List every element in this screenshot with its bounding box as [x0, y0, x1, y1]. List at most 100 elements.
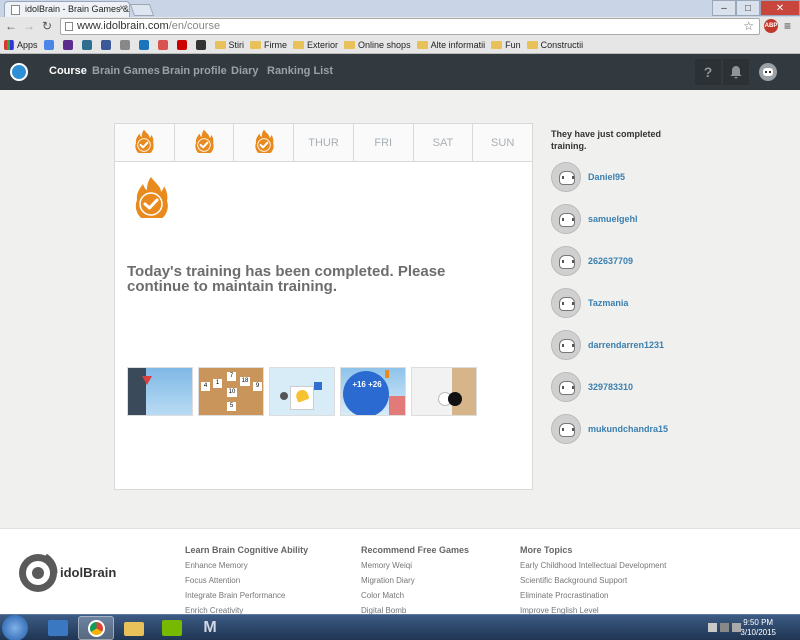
forward-icon[interactable]: → — [22, 19, 36, 33]
bookmark-site-5[interactable] — [119, 39, 133, 50]
footer-link[interactable]: Enhance Memory — [185, 561, 308, 570]
user-list-item[interactable]: 262637709 — [551, 244, 633, 278]
user-list-item[interactable]: Daniel95 — [551, 160, 625, 194]
user-avatar-icon[interactable] — [551, 162, 581, 192]
footer-link[interactable]: Color Match — [361, 591, 469, 600]
username-link[interactable]: mukundchandra15 — [588, 424, 668, 434]
user-avatar-icon[interactable] — [551, 372, 581, 402]
idolbrain-logo-icon[interactable] — [10, 63, 28, 81]
bookmark-site-3[interactable] — [81, 39, 95, 50]
tray-network-icon[interactable] — [720, 623, 729, 632]
footer-link[interactable]: Integrate Brain Performance — [185, 591, 308, 600]
footer-link[interactable]: Focus Attention — [185, 576, 308, 585]
minimize-icon[interactable]: – — [712, 0, 736, 16]
page-icon — [65, 22, 73, 31]
footer-link[interactable]: Scientific Background Support — [520, 576, 666, 585]
footer-link[interactable]: Eliminate Procrastination — [520, 591, 666, 600]
user-list-item[interactable]: samuelgehl — [551, 202, 638, 236]
nav-course[interactable]: Course — [49, 65, 87, 77]
reload-icon[interactable]: ↻ — [40, 19, 54, 33]
bookmark-label: Exterior — [307, 39, 339, 50]
address-bar[interactable]: www.idolbrain.com/en/course ☆ — [60, 18, 760, 35]
bookmark-site-6[interactable] — [138, 39, 152, 50]
new-tab-button[interactable] — [129, 4, 155, 16]
explorer-taskbar-icon[interactable] — [40, 616, 76, 640]
game-thumbnail-4[interactable]: +16 +26 — [340, 367, 406, 416]
username-link[interactable]: samuelgehl — [588, 214, 638, 224]
footer-heading: More Topics — [520, 545, 573, 555]
back-icon[interactable]: ← — [4, 19, 18, 33]
username-link[interactable]: Tazmania — [588, 298, 628, 308]
malwarebytes-taskbar-icon[interactable]: M — [192, 616, 228, 640]
footer-link[interactable]: Early Childhood Intellectual Development — [520, 561, 666, 570]
user-list-item[interactable]: mukundchandra15 — [551, 412, 668, 446]
browser-menu-icon[interactable]: ≡ — [784, 19, 791, 33]
game-thumbnail-1[interactable] — [127, 367, 193, 416]
user-avatar-icon[interactable] — [755, 59, 781, 85]
user-avatar-icon[interactable] — [551, 330, 581, 360]
tab-title: idolBrain - Brain Games & — [25, 4, 130, 14]
site-favicon-icon — [81, 39, 92, 50]
bookmark-site-2[interactable] — [62, 39, 76, 50]
tray-flag-icon[interactable] — [708, 623, 717, 632]
browser-tab[interactable]: idolBrain - Brain Games & × — [4, 1, 130, 17]
bookmark-site-1[interactable] — [43, 39, 57, 50]
bookmark-constructii[interactable]: Constructii — [526, 40, 583, 50]
user-list-item[interactable]: darrendarren1231 — [551, 328, 664, 362]
user-avatar-icon[interactable] — [551, 204, 581, 234]
folder-icon — [416, 40, 428, 49]
help-button[interactable]: ? — [695, 59, 721, 85]
game-thumbnail-5[interactable] — [411, 367, 477, 416]
user-list-item[interactable]: 329783310 — [551, 370, 633, 404]
user-avatar-icon[interactable] — [551, 414, 581, 444]
user-list-item[interactable]: Tazmania — [551, 286, 628, 320]
bookmark-online-shops[interactable]: Online shops — [344, 40, 411, 50]
user-avatar-icon[interactable] — [551, 288, 581, 318]
day-label-sun: SUN — [491, 136, 515, 149]
training-card: THUR FRI SAT SUN Today's training has been … — [114, 123, 533, 490]
user-avatar-icon[interactable] — [551, 246, 581, 276]
bookmark-apps[interactable]: Apps — [4, 39, 38, 50]
url-host: www.idolbrain.com — [77, 20, 169, 32]
bookmark-fun[interactable]: Fun — [491, 40, 521, 50]
footer-heading: Recommend Free Games — [361, 545, 470, 555]
nav-diary[interactable]: Diary — [231, 65, 259, 77]
bookmark-stiri[interactable]: Stiri — [214, 40, 244, 50]
nvidia-taskbar-icon[interactable] — [154, 616, 190, 640]
site-favicon-icon — [138, 39, 149, 50]
windows-start-button[interactable] — [2, 615, 28, 640]
footer-logo[interactable]: idolBrain — [16, 549, 136, 594]
flame-completed-icon — [135, 177, 168, 218]
bookmark-site-9[interactable] — [195, 39, 209, 50]
game-thumbnail-2[interactable]: 4 1 7 18 9 10 5 — [198, 367, 264, 416]
site-header: Course Brain Games Brain profile Diary R… — [0, 54, 800, 90]
bookmark-site-4[interactable] — [100, 39, 114, 50]
bookmark-site-8[interactable] — [176, 39, 190, 50]
username-link[interactable]: 262637709 — [588, 256, 633, 266]
nav-brain-profile[interactable]: Brain profile — [162, 65, 227, 77]
bookmark-exterior[interactable]: Exterior — [293, 40, 338, 50]
adblock-icon[interactable]: ABP — [764, 19, 778, 33]
tab-close-icon[interactable]: × — [119, 3, 125, 14]
username-link[interactable]: 329783310 — [588, 382, 633, 392]
bookmark-firme[interactable]: Firme — [250, 40, 287, 50]
game-thumbnail-3[interactable] — [269, 367, 335, 416]
nav-brain-games[interactable]: Brain Games — [92, 65, 160, 77]
taskbar-clock[interactable]: 9:50 PM 3/10/2015 — [740, 618, 776, 638]
close-window-icon[interactable]: ✕ — [760, 0, 800, 16]
footer-link[interactable]: Migration Diary — [361, 576, 469, 585]
chrome-taskbar-icon[interactable] — [78, 616, 114, 640]
site-favicon-icon — [119, 39, 130, 50]
maximize-icon[interactable]: □ — [736, 0, 760, 16]
day-completed-2 — [175, 124, 235, 161]
nav-ranking-list[interactable]: Ranking List — [267, 65, 333, 77]
footer-link[interactable]: Memory Weiqi — [361, 561, 469, 570]
username-link[interactable]: Daniel95 — [588, 172, 625, 182]
windows-taskbar: M 9:50 PM 3/10/2015 — [0, 614, 800, 640]
notification-bell-icon[interactable] — [723, 59, 749, 85]
username-link[interactable]: darrendarren1231 — [588, 340, 664, 350]
folder-taskbar-icon[interactable] — [116, 616, 152, 640]
bookmark-site-7[interactable] — [157, 39, 171, 50]
bookmark-star-icon[interactable]: ☆ — [743, 19, 754, 33]
bookmark-alte-informatii[interactable]: Alte informatii — [416, 40, 485, 50]
